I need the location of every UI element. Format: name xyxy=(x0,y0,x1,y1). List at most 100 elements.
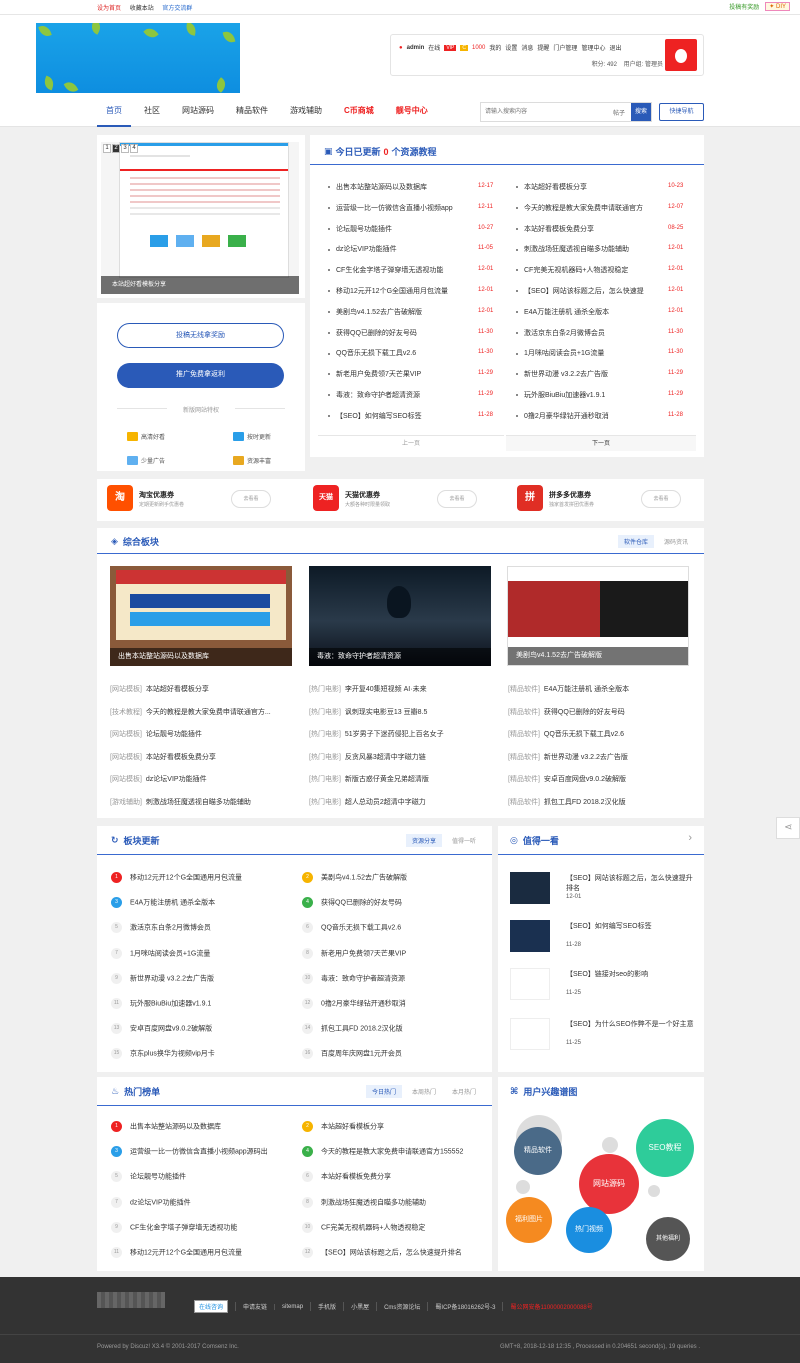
today-item[interactable]: 激活京东白条2月微博会员 xyxy=(516,328,605,338)
search-type-select[interactable]: 帖子 xyxy=(613,108,625,117)
today-item[interactable]: E4A万能注册机 通杀全版本 xyxy=(516,307,609,317)
today-item[interactable]: 0撸2月豪华绿钻开通秒取消 xyxy=(516,411,609,421)
worth-title[interactable]: 【SEO】如何编写SEO标签 xyxy=(566,922,696,932)
nav-coin-mall[interactable]: C币商城 xyxy=(335,97,383,127)
block-row[interactable]: 7 1月咪咕阅读会员+1G流量 xyxy=(111,947,210,959)
block-row[interactable]: 1 移动12元开12个G全国通用月包流量 xyxy=(111,872,242,883)
online-service-button[interactable]: 在线咨询 xyxy=(194,1300,229,1313)
hot-row[interactable]: 6 本站好看模板免费分享 xyxy=(302,1171,391,1183)
promote-rebate-button[interactable]: 推广免费拿返利 xyxy=(117,363,284,388)
search-input[interactable] xyxy=(481,103,606,121)
bubble-software[interactable]: 精品软件 xyxy=(514,1127,562,1175)
share-button[interactable]: ⋖ xyxy=(776,817,800,839)
coupon-2[interactable]: 天猫 天猫优惠券 大额各种时限量领取 去看看 xyxy=(313,485,493,515)
today-item[interactable]: 新世界动漫 v3.2.2去广告版 xyxy=(516,369,608,379)
coupon-go-button[interactable]: 去看看 xyxy=(437,490,477,508)
combined-pic-3[interactable]: 美剧鸟v4.1.52去广告破解版 xyxy=(507,566,689,666)
block-row[interactable]: 3 E4A万能注册机 通杀全版本 xyxy=(111,897,215,909)
block-row[interactable]: 10 毒液：致命守护者超清资源 xyxy=(302,972,405,984)
slider[interactable]: 1 2 3 4 本站超好看模板分享 xyxy=(101,142,299,294)
today-item[interactable]: 美剧鸟v4.1.52去广告破解版 xyxy=(328,307,422,317)
block-row[interactable]: 13 安卓百度网盘v9.0.2破解版 xyxy=(111,1023,212,1035)
combined-row[interactable]: [网站模板] 本站好看模板免费分享 xyxy=(110,752,216,762)
today-item[interactable]: 论坛靓号功能插件 xyxy=(328,224,392,234)
bubble-other[interactable]: 其他福利 xyxy=(646,1217,690,1261)
combined-row[interactable]: [精品软件] 安卓百度网盘v9.0.2破解版 xyxy=(508,774,626,784)
official-group-link[interactable]: 官方交流群 xyxy=(162,6,192,12)
block-row[interactable]: 15 京东plus换华为视频vip月卡 xyxy=(111,1048,215,1060)
today-item[interactable]: 【SEO】如何编写SEO标签 xyxy=(328,411,422,421)
today-item[interactable]: 本站好看模板免费分享 xyxy=(516,224,594,234)
block-row[interactable]: 11 玩外服BiuBiu加速器v1.9.1 xyxy=(111,998,211,1009)
footer-link-sitemap[interactable]: sitemap xyxy=(274,1303,310,1310)
combined-row[interactable]: [精品软件] E4A万能注册机 通杀全版本 xyxy=(508,684,629,694)
tab-software-repo[interactable]: 软件仓库 xyxy=(617,535,654,548)
coupon-1[interactable]: 淘淘宝优惠券 定期更新刷手优惠卷 去看看 xyxy=(107,485,287,515)
footer-link-cms[interactable]: Cms资源论坛 xyxy=(376,1302,427,1311)
worth-thumb[interactable] xyxy=(510,1018,550,1050)
bubble-welfare-pics[interactable]: 福利图片 xyxy=(506,1197,552,1243)
hot-row[interactable]: 10 CF完美无视机器码+人物透视稳定 xyxy=(302,1221,425,1233)
tab-week-hot[interactable]: 本周热门 xyxy=(406,1085,442,1098)
today-item[interactable]: 今天的教程是教大家免费申请联通官方 xyxy=(516,203,643,213)
hot-row[interactable]: 4 今天的教程是教大家免费申请联通官方155552 xyxy=(302,1146,463,1158)
group-label[interactable]: 用户组: 管理员 xyxy=(624,62,663,68)
nav-community[interactable]: 社区 xyxy=(135,97,169,127)
worth-thumb[interactable] xyxy=(510,968,550,1000)
combined-row[interactable]: [网站模板] 本站超好看模板分享 xyxy=(110,684,209,694)
tab-today-hot[interactable]: 今日热门 xyxy=(365,1085,402,1098)
user-link-mine[interactable]: 我的 xyxy=(489,43,501,52)
footer-link-icp[interactable]: 蜀ICP备18016262号-3 xyxy=(427,1302,502,1311)
chevron-right-icon[interactable]: › xyxy=(688,832,692,844)
block-row[interactable]: 16 百度周年庆网盘1元开会员 xyxy=(302,1048,402,1060)
combined-row[interactable]: [热门电影] 李开复40集短视频 AI·未来 xyxy=(309,684,427,694)
slider-page-1[interactable]: 1 xyxy=(103,144,111,153)
search-button[interactable]: 搜索 xyxy=(631,103,651,121)
hot-row[interactable]: 8 刺激战场狂魔透视自瞄多功能辅助 xyxy=(302,1196,426,1208)
nav-game-assist[interactable]: 游戏辅助 xyxy=(281,97,331,127)
today-item[interactable]: CF完美无视机器码+人物透视稳定 xyxy=(516,265,628,275)
block-row[interactable]: 6 QQ音乐无损下载工具v2.6 xyxy=(302,922,401,934)
footer-link-mobile[interactable]: 手机版 xyxy=(310,1302,343,1311)
slider-page-3[interactable]: 3 xyxy=(121,144,129,153)
avatar[interactable] xyxy=(665,39,697,71)
combined-row[interactable]: [网站模板] dz论坛VIP功能插件 xyxy=(110,774,207,784)
block-row[interactable]: 12 0撸2月豪华绿钻开通秒取消 xyxy=(302,998,406,1009)
footer-link-police[interactable]: 蜀公网安备11000002000088号 xyxy=(502,1302,599,1311)
user-link-reminders[interactable]: 提醒 xyxy=(537,43,549,52)
today-item[interactable]: CF生化金字塔子弹穿墙无透视功能 xyxy=(328,265,443,275)
nav-home[interactable]: 首页 xyxy=(97,97,131,127)
block-row[interactable]: 4 获得QQ已删除的好友号码 xyxy=(302,897,402,909)
hot-row[interactable]: 3 运营级一比一仿微信含直播小视频app源码出 xyxy=(111,1146,268,1158)
block-row[interactable]: 9 新世界动漫 v3.2.2去广告版 xyxy=(111,972,214,984)
combined-row[interactable]: [精品软件] 获得QQ已删除的好友号码 xyxy=(508,707,625,717)
coupon-3[interactable]: 拼拼多多优惠券 独家首发拼团优惠券 去看看 xyxy=(517,485,697,515)
user-link-admin-center[interactable]: 管理中心 xyxy=(581,43,605,52)
slider-page-2[interactable]: 2 xyxy=(112,144,120,153)
footer-link-friend[interactable]: 申请友链 xyxy=(235,1302,274,1311)
coupon-go-button[interactable]: 去看看 xyxy=(641,490,681,508)
combined-row[interactable]: [热门电影] 反贪风暴3超清中字磁力链 xyxy=(309,752,426,762)
today-item[interactable]: 【SEO】网站该标题之后，怎么快速提 xyxy=(516,286,644,296)
today-item[interactable]: QQ音乐无损下载工具v2.6 xyxy=(328,348,416,358)
combined-row[interactable]: [网站模板] 论坛靓号功能插件 xyxy=(110,729,202,739)
hot-row[interactable]: 7 dz论坛VIP功能插件 xyxy=(111,1196,191,1208)
nav-software[interactable]: 精品软件 xyxy=(227,97,277,127)
nav-vip-number[interactable]: 靓号中心 xyxy=(387,97,437,127)
tab-source-news[interactable]: 源码资讯 xyxy=(658,535,694,548)
bubble-seo[interactable]: SEO教程 xyxy=(636,1119,694,1177)
tab-month-hot[interactable]: 本月热门 xyxy=(446,1085,482,1098)
quick-nav-button[interactable]: 快捷导航 xyxy=(659,103,704,121)
tab-resource-share[interactable]: 资源分享 xyxy=(405,834,442,847)
today-item[interactable]: 毒液：致命守护者超清资源 xyxy=(328,390,420,400)
worth-title[interactable]: 【SEO】链接对seo的影响 xyxy=(566,970,696,980)
diy-button[interactable]: ✦ DIY xyxy=(765,2,790,11)
bubble-hot-video[interactable]: 热门视频 xyxy=(566,1207,612,1253)
submit-reward-button[interactable]: 投稿无线拿奖励 xyxy=(117,323,284,348)
combined-row[interactable]: [精品软件] QQ音乐无损下载工具v2.6 xyxy=(508,729,624,739)
username[interactable]: admin xyxy=(407,45,425,51)
next-page-button[interactable]: 下一页 xyxy=(506,435,696,451)
worth-title[interactable]: 【SEO】网站该标题之后，怎么快速提升排名 xyxy=(566,874,696,894)
bookmark-link[interactable]: 收藏本站 xyxy=(130,6,154,12)
combined-row[interactable]: [精品软件] 抓包工具FD 2018.2汉化版 xyxy=(508,797,626,807)
